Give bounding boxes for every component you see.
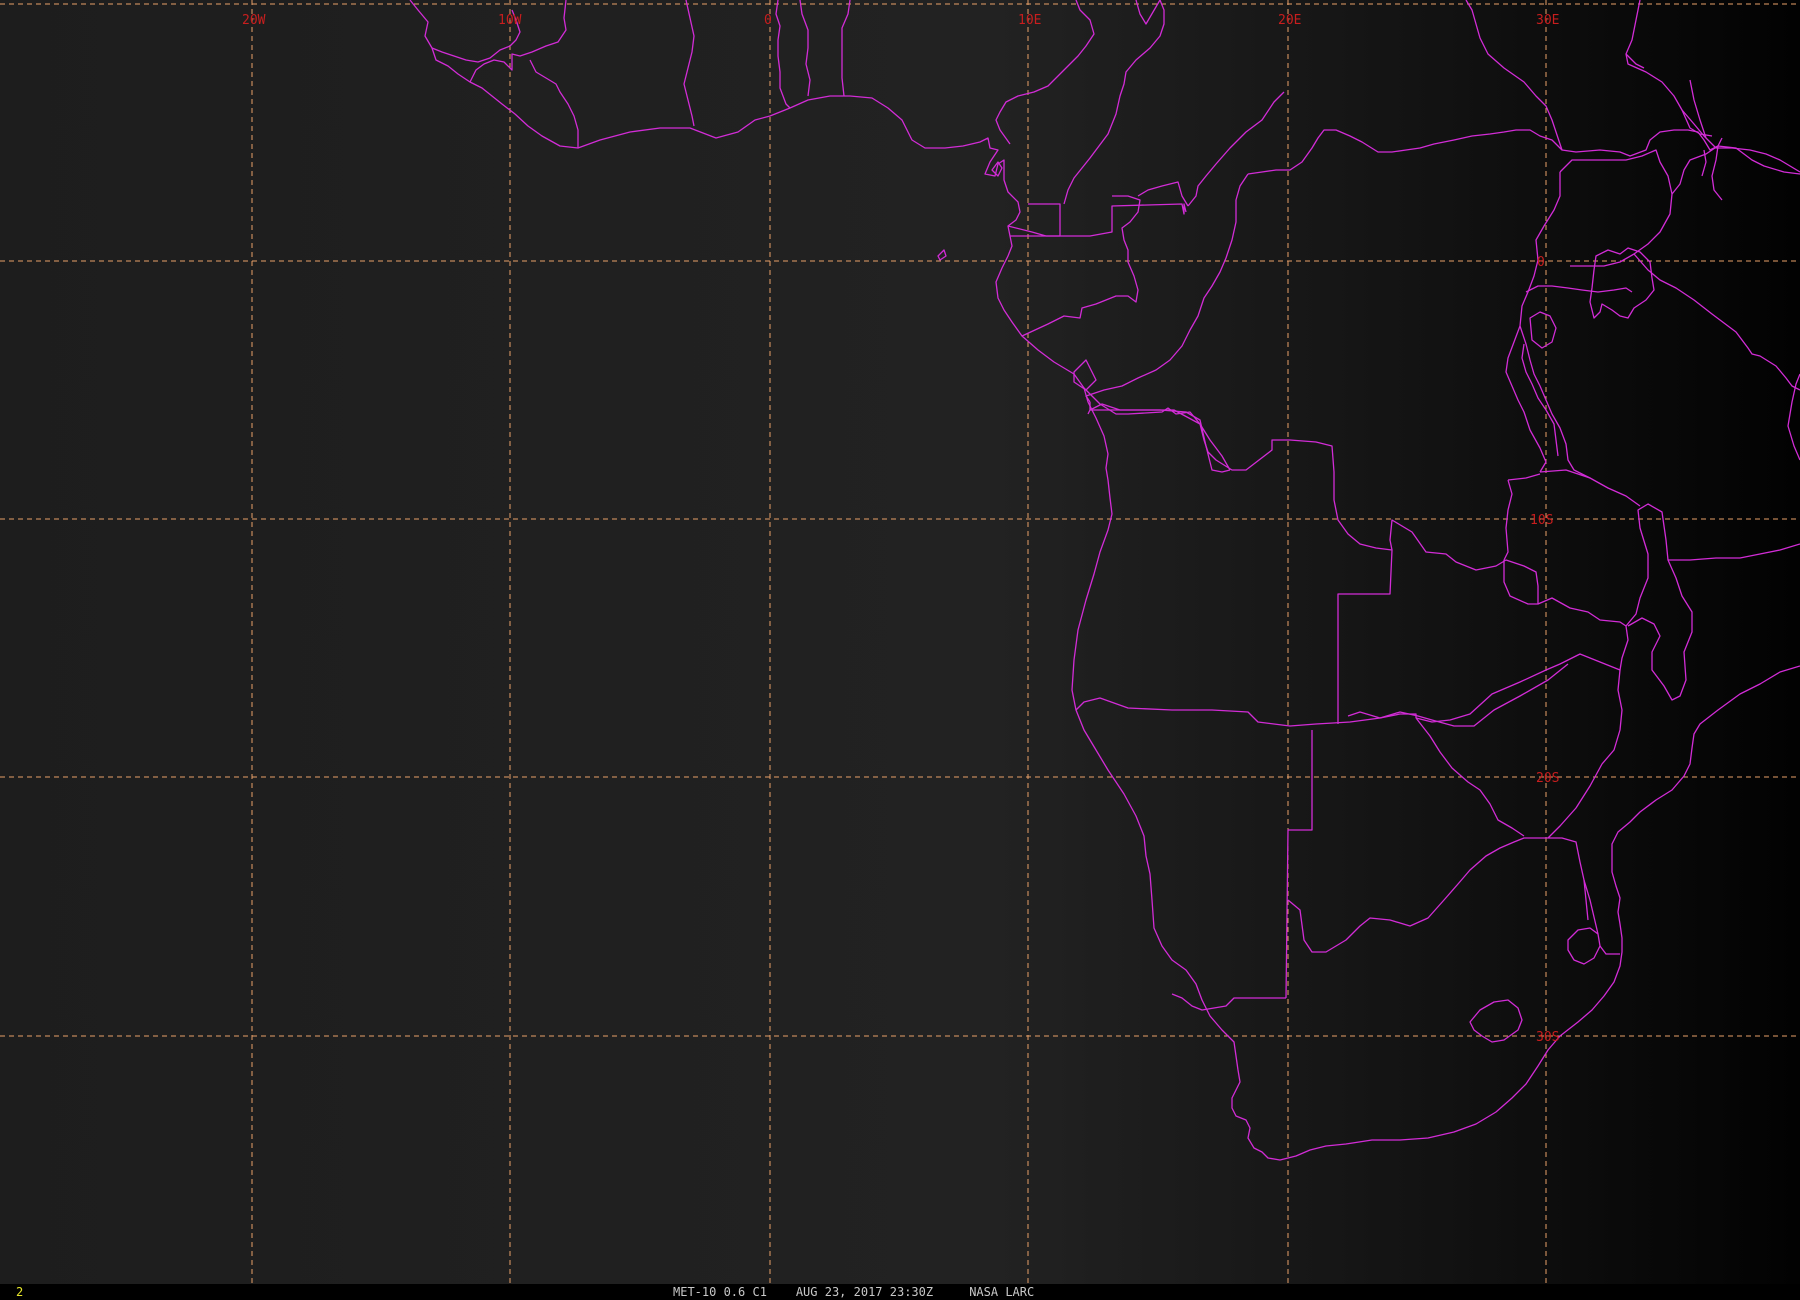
frame-number: 2 (16, 1285, 24, 1299)
label-lon-20e: 20E (1278, 13, 1301, 28)
label-lon-10e: 10E (1018, 13, 1041, 28)
imagery-background (0, 0, 1800, 1284)
label-lat-10s: 10S (1530, 513, 1553, 528)
satellite-image-viewer: 20W 10W 0 10E 20E 30E 0 10S 20S 30S 2 ME… (0, 0, 1800, 1300)
satellite-map: 20W 10W 0 10E 20E 30E 0 10S 20S 30S (0, 0, 1800, 1284)
label-lon-10w: 10W (498, 13, 522, 28)
status-bar: 2 MET-10 0.6 C1 AUG 23, 2017 23:30Z NASA… (0, 1284, 1800, 1300)
label-lat-30s: 30S (1536, 1030, 1559, 1045)
label-lon-20w: 20W (242, 13, 266, 28)
label-lon-30e: 30E (1536, 13, 1559, 28)
label-lon-0: 0 (764, 13, 772, 28)
label-lat-20s: 20S (1536, 771, 1559, 786)
label-lat-0: 0 (1537, 255, 1545, 270)
image-caption: MET-10 0.6 C1 AUG 23, 2017 23:30Z NASA L… (673, 1285, 1035, 1299)
